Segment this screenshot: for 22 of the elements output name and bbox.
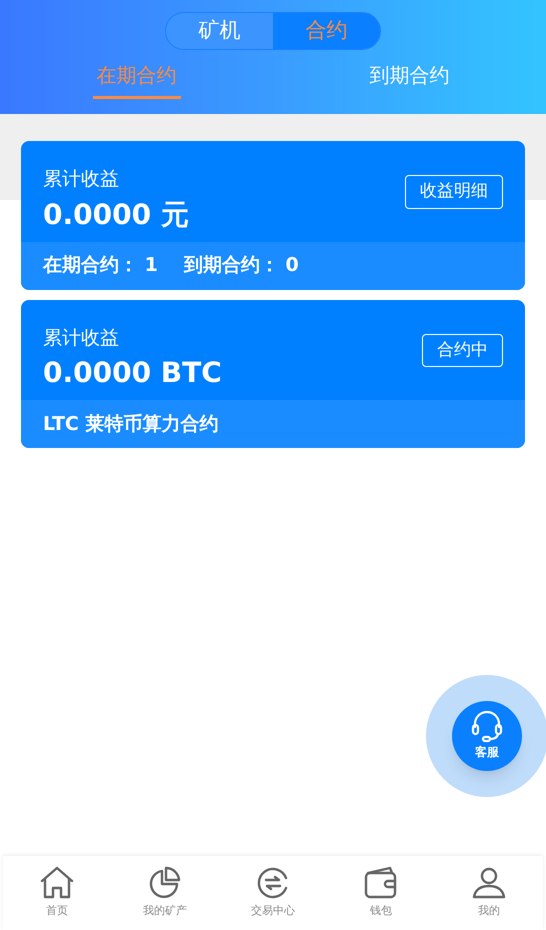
support-button[interactable]: 客服 (452, 701, 522, 771)
contract-tab[interactable]: 到期合约 (366, 60, 454, 99)
footer-text: 到期合约： 0 (184, 253, 299, 278)
amount-value: 0.0000 BTC (43, 355, 222, 391)
nav-item[interactable]: 我的矿产 (111, 856, 219, 930)
amount-value: 0.0000 元 (43, 196, 189, 232)
wallet-icon (363, 866, 399, 900)
headset-icon (470, 711, 504, 743)
footer-text: 在期合约： 1 (43, 253, 158, 278)
nav-item[interactable]: 首页 (3, 856, 111, 930)
detail-button[interactable]: 合约中 (422, 334, 503, 367)
home-icon (39, 866, 75, 900)
nav-item[interactable]: 交易中心 (219, 856, 327, 930)
segment-tab[interactable]: 矿机 (166, 13, 273, 49)
footer-text: LTC 莱特币算力合约 (43, 412, 218, 437)
nav-item[interactable]: 钱包 (327, 856, 435, 930)
user-icon (471, 866, 507, 900)
nav-item[interactable]: 我的 (435, 856, 543, 930)
card-title: 累计收益 (43, 326, 120, 350)
pie-chart-icon (147, 866, 183, 900)
card-title: 累计收益 (43, 167, 120, 192)
detail-button[interactable]: 收益明细 (405, 175, 503, 208)
